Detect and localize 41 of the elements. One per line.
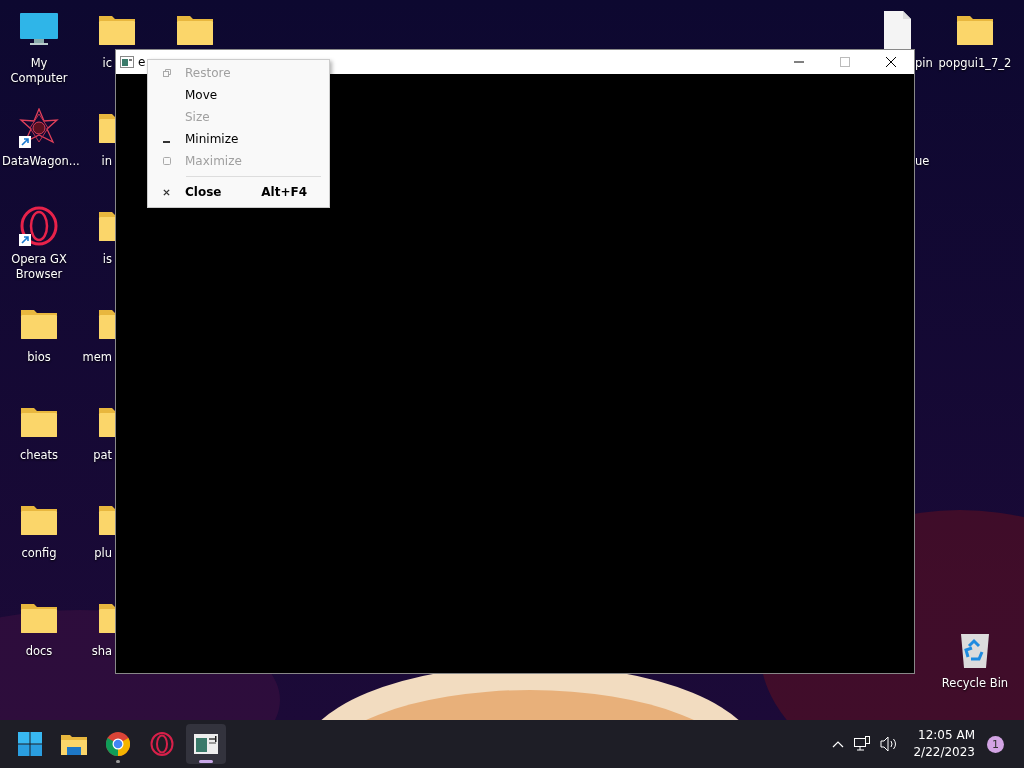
icon-label: bios bbox=[26, 350, 52, 365]
icon-label: is bbox=[102, 252, 112, 267]
icon-label: docs bbox=[24, 644, 54, 659]
browser-logo-icon bbox=[106, 732, 130, 756]
clock[interactable]: 12:05 AM 2/22/2023 bbox=[913, 727, 975, 761]
icon-label: config bbox=[20, 546, 58, 561]
menu-item[interactable]: Close Alt+F4 bbox=[148, 181, 329, 203]
notification-badge[interactable]: 1 bbox=[987, 735, 1004, 753]
icon-label: cheats bbox=[18, 448, 60, 463]
icon-label: pat bbox=[93, 448, 112, 463]
network-icon[interactable] bbox=[854, 736, 871, 752]
icon-label: Recycle Bin bbox=[940, 676, 1010, 691]
window-title: e bbox=[138, 55, 146, 69]
icon-label: pin bbox=[915, 56, 933, 71]
restore-icon bbox=[162, 69, 171, 77]
icon-label: Opera GX Browser bbox=[10, 252, 68, 282]
menu-item[interactable]: Move bbox=[148, 84, 329, 106]
app-icon bbox=[194, 734, 218, 754]
icon-label: ic bbox=[102, 56, 112, 71]
taskbar-app-button[interactable] bbox=[186, 724, 226, 764]
menu-item[interactable]: Minimize bbox=[148, 128, 329, 150]
close-icon[interactable] bbox=[885, 56, 897, 68]
close-icon bbox=[163, 188, 170, 196]
icon-label: mem bbox=[82, 350, 112, 365]
icon-label: in bbox=[101, 154, 112, 169]
icon-label: popgui1_7_2 bbox=[938, 56, 1012, 71]
folder-icon bbox=[61, 733, 87, 755]
icon-label: My Computer bbox=[9, 56, 69, 86]
app-icon bbox=[120, 56, 134, 68]
chevron-up-icon[interactable] bbox=[832, 740, 845, 748]
ring-icon[interactable] bbox=[19, 206, 59, 246]
volume-icon[interactable] bbox=[880, 736, 899, 752]
maximize-icon bbox=[162, 157, 171, 165]
icon-label: plu bbox=[94, 546, 112, 561]
icon-label: sha bbox=[91, 644, 112, 659]
clock-time: 12:05 AM bbox=[918, 727, 975, 744]
windows-logo-icon bbox=[18, 732, 42, 756]
clock-date: 2/22/2023 bbox=[913, 744, 975, 761]
star-pattern-icon[interactable] bbox=[19, 108, 59, 148]
icon-label: ue bbox=[915, 154, 930, 169]
ring-icon bbox=[150, 732, 174, 756]
